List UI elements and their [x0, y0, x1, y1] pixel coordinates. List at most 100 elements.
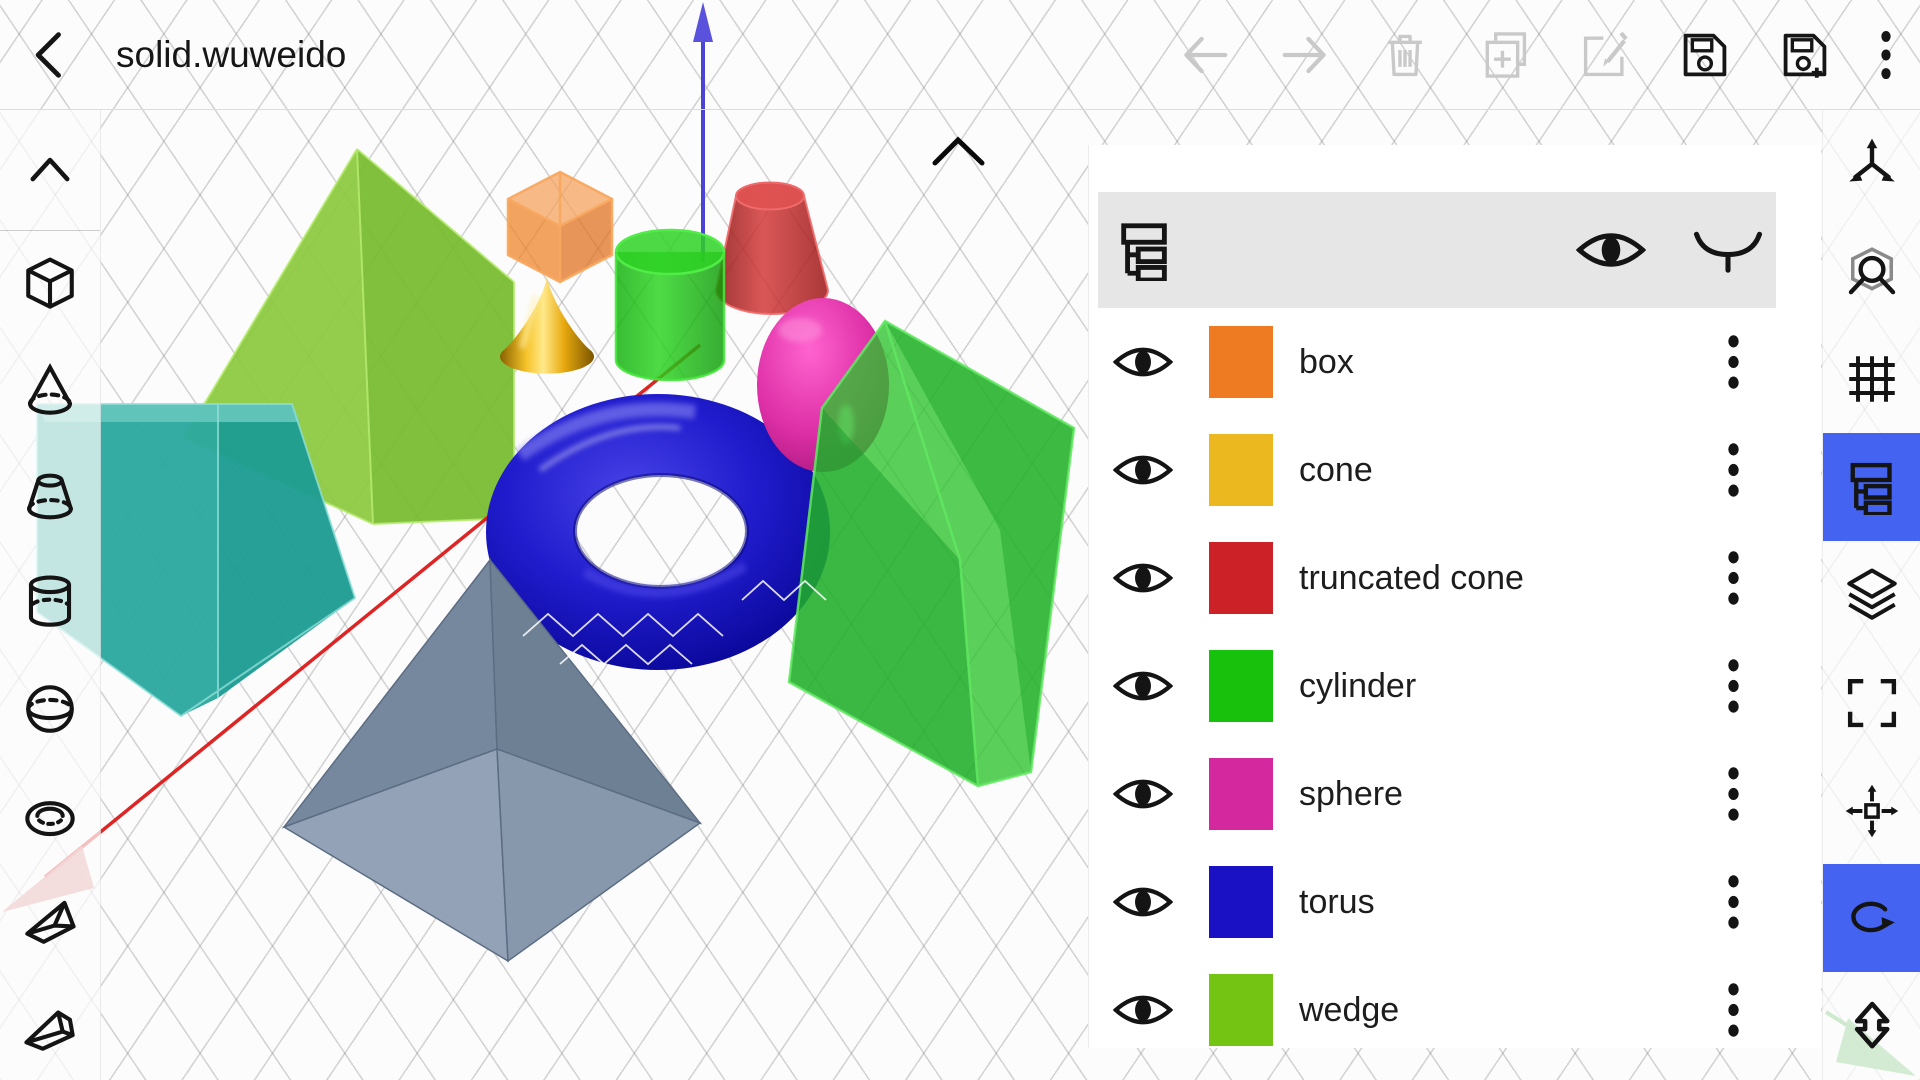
torus-hole-rim	[573, 473, 749, 589]
topbar-actions	[1178, 28, 1894, 82]
chevron-up-icon	[30, 157, 70, 182]
undo-arrow-icon[interactable]	[1178, 28, 1232, 82]
color-swatch[interactable]	[1209, 650, 1273, 722]
wedge-left-side-face[interactable]	[357, 149, 514, 524]
object-label: wedge	[1299, 990, 1400, 1029]
sphere-outline-icon	[26, 684, 74, 733]
object-row-cylinder[interactable]: cylinder	[1089, 632, 1821, 740]
frame-brackets-icon	[1847, 678, 1896, 727]
row-menu-kebab-icon[interactable]	[1726, 870, 1741, 934]
grid-icon	[1848, 356, 1895, 403]
duplicate-icon[interactable]	[1478, 28, 1532, 82]
visibility-eye-icon[interactable]	[1113, 989, 1173, 1031]
document-title: solid.wuweido	[116, 33, 347, 75]
visibility-eye-icon[interactable]	[1113, 341, 1173, 383]
object-label: sphere	[1299, 774, 1403, 813]
color-swatch[interactable]	[1209, 974, 1273, 1046]
layers-button[interactable]	[1823, 541, 1920, 649]
object-label: cylinder	[1299, 666, 1417, 705]
objects-panel: box cone truncated cone cylinder sphere …	[1088, 145, 1821, 1048]
row-menu-kebab-icon[interactable]	[1726, 654, 1741, 718]
cone-outline-icon	[28, 363, 72, 415]
view-axes-button[interactable]	[1823, 110, 1920, 218]
rotate-tool-button[interactable]	[1823, 864, 1920, 973]
save-as-floppy-plus-icon[interactable]	[1778, 28, 1832, 82]
truncated-cone-top	[735, 181, 805, 211]
double-arrow-icon	[1854, 1001, 1890, 1049]
grid-toggle-button[interactable]	[1823, 326, 1920, 434]
save-floppy-icon[interactable]	[1678, 28, 1732, 82]
visibility-eye-icon[interactable]	[1113, 449, 1173, 491]
object-label: truncated cone	[1299, 558, 1524, 597]
back-chevron-icon[interactable]	[26, 27, 78, 83]
structure-panel-button[interactable]	[1823, 433, 1920, 542]
prism-outline-icon	[25, 900, 76, 944]
toolbar-collapse-button[interactable]	[0, 110, 100, 230]
tool-torus-button[interactable]	[0, 762, 100, 868]
shape-box[interactable]	[506, 170, 614, 284]
selection-frame-button[interactable]	[1823, 649, 1920, 757]
object-label: torus	[1299, 882, 1375, 921]
object-row-cone[interactable]: cone	[1089, 416, 1821, 524]
shape-truncated-cone[interactable]	[715, 181, 829, 315]
object-row-box[interactable]: box	[1089, 308, 1821, 416]
rotate-arrow-icon	[1850, 901, 1895, 933]
top-bar: solid.wuweido	[0, 0, 1920, 110]
edit-pencil-icon[interactable]	[1578, 28, 1632, 82]
show-all-eye-open-icon[interactable]	[1576, 226, 1646, 274]
torus-outline-icon	[25, 800, 75, 836]
objects-panel-header	[1098, 192, 1776, 308]
move-arrows-icon	[1845, 784, 1898, 837]
row-menu-kebab-icon[interactable]	[1726, 438, 1741, 502]
visibility-eye-icon[interactable]	[1113, 665, 1173, 707]
color-swatch[interactable]	[1209, 866, 1273, 938]
right-toolbar	[1822, 110, 1920, 1080]
tool-cone-button[interactable]	[0, 337, 100, 443]
cylinder-outline-icon	[28, 575, 72, 628]
sphere-sheen	[778, 318, 822, 342]
hide-all-eye-closed-icon[interactable]	[1692, 225, 1764, 275]
trash-icon[interactable]	[1378, 28, 1432, 82]
tool-prism-button[interactable]	[0, 868, 100, 974]
row-menu-kebab-icon[interactable]	[1726, 330, 1741, 394]
visibility-eye-icon[interactable]	[1113, 557, 1173, 599]
kebab-menu-icon[interactable]	[1878, 28, 1894, 82]
tree-view-icon	[1844, 459, 1900, 515]
row-menu-kebab-icon[interactable]	[1726, 978, 1741, 1042]
shape-cylinder[interactable]	[614, 228, 726, 382]
object-row-wedge[interactable]: wedge	[1089, 956, 1821, 1048]
view-cube-button[interactable]	[1823, 218, 1920, 326]
visibility-eye-icon[interactable]	[1113, 881, 1173, 923]
move-tool-button[interactable]	[1823, 757, 1920, 865]
tree-view-icon	[1114, 219, 1176, 281]
axis-tripod-icon	[1848, 138, 1895, 182]
app-root: { "app": { "title": "solid.wuweido" }, "…	[0, 0, 1920, 1080]
tool-wedge-button[interactable]	[0, 974, 100, 1080]
row-menu-kebab-icon[interactable]	[1726, 546, 1741, 610]
cube-outline-icon	[26, 257, 74, 309]
color-swatch[interactable]	[1209, 758, 1273, 830]
tool-truncated-cone-button[interactable]	[0, 443, 100, 549]
viewport-handle-chevron-icon[interactable]	[932, 136, 985, 166]
visibility-eye-icon[interactable]	[1113, 773, 1173, 815]
row-menu-kebab-icon[interactable]	[1726, 762, 1741, 826]
wedge-outline-icon	[24, 1010, 75, 1051]
cube-magnifier-icon	[1848, 246, 1895, 294]
redo-arrow-icon[interactable]	[1278, 28, 1332, 82]
object-row-sphere[interactable]: sphere	[1089, 740, 1821, 848]
mirror-tool-button[interactable]	[1823, 972, 1920, 1080]
object-label: box	[1299, 342, 1354, 381]
left-toolbar	[0, 110, 101, 1080]
color-swatch[interactable]	[1209, 434, 1273, 506]
object-row-truncated-cone[interactable]: truncated cone	[1089, 524, 1821, 632]
tool-box-button[interactable]	[0, 231, 100, 337]
tool-sphere-button[interactable]	[0, 656, 100, 762]
object-row-torus[interactable]: torus	[1089, 848, 1821, 956]
frustum-outline-icon	[27, 473, 73, 520]
layers-icon	[1846, 568, 1897, 620]
color-swatch[interactable]	[1209, 542, 1273, 614]
cylinder-top	[614, 228, 726, 276]
color-swatch[interactable]	[1209, 326, 1273, 398]
tool-cylinder-button[interactable]	[0, 549, 100, 655]
object-label: cone	[1299, 450, 1373, 489]
